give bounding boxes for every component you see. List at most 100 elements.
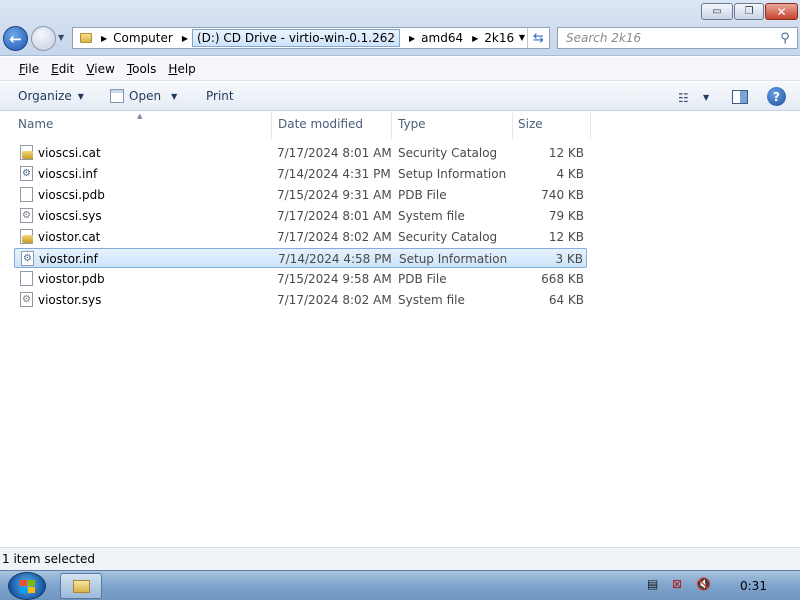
cat-file-icon bbox=[20, 145, 33, 160]
column-header-type[interactable]: Type bbox=[398, 117, 426, 131]
file-size: 79 KB bbox=[548, 209, 584, 223]
file-date: 7/14/2024 4:31 PM bbox=[277, 167, 391, 181]
open-label: Open bbox=[129, 89, 162, 103]
status-text: 1 item selected bbox=[2, 552, 96, 566]
minimize-icon: ▭ bbox=[712, 5, 722, 17]
file-date: 7/17/2024 8:01 AM bbox=[277, 146, 392, 160]
recent-pages-dropdown-icon[interactable]: ▼ bbox=[58, 33, 64, 42]
address-dropdown-icon[interactable]: ▼ bbox=[519, 33, 525, 42]
breadcrumb-cd-drive[interactable]: (D:) CD Drive - virtio-win-0.1.262 bbox=[191, 29, 401, 47]
clock[interactable]: 0:31 bbox=[740, 579, 767, 593]
column-divider[interactable] bbox=[271, 112, 272, 139]
breadcrumb-amd64[interactable]: amd64 bbox=[421, 31, 463, 45]
maximize-icon: ❐ bbox=[744, 5, 754, 17]
search-input[interactable]: Search 2k16 bbox=[566, 31, 777, 45]
file-name: viostor.pdb bbox=[38, 272, 105, 286]
file-type: PDB File bbox=[398, 272, 447, 286]
inf-file-icon bbox=[20, 166, 33, 181]
close-icon: ✕ bbox=[776, 4, 787, 19]
command-bar: Organize ▼ Open ▼ Print ☷ ▼ bbox=[0, 82, 800, 111]
arrow-left-icon: ← bbox=[9, 29, 22, 48]
file-list: ▲ Name Date modified Type Size vioscsi.c… bbox=[0, 112, 800, 547]
taskbar: ▤ ⊠ 🔇 0:31 bbox=[0, 570, 800, 600]
folder-icon bbox=[80, 33, 92, 43]
status-bar: 1 item selected bbox=[0, 547, 800, 570]
column-divider[interactable] bbox=[590, 112, 591, 139]
file-size: 4 KB bbox=[556, 167, 584, 181]
print-label: Print bbox=[206, 89, 234, 103]
file-date: 7/15/2024 9:31 AM bbox=[277, 188, 392, 202]
network-disconnected-icon[interactable]: ⊠ bbox=[672, 577, 682, 591]
file-type: System file bbox=[398, 293, 465, 307]
file-row[interactable]: viostor.inf 7/14/2024 4:58 PM Setup Info… bbox=[14, 248, 587, 268]
folder-icon bbox=[72, 579, 90, 593]
file-row[interactable]: viostor.cat 7/17/2024 8:02 AM Security C… bbox=[14, 227, 587, 247]
breadcrumb-computer[interactable]: Computer bbox=[113, 31, 173, 45]
close-button[interactable]: ✕ bbox=[765, 3, 798, 20]
column-header-name[interactable]: Name bbox=[18, 117, 53, 131]
minimize-button[interactable]: ▭ bbox=[701, 3, 733, 20]
file-date: 7/17/2024 8:02 AM bbox=[277, 230, 392, 244]
pdb-file-icon bbox=[20, 271, 33, 286]
refresh-icon[interactable]: ⇆ bbox=[527, 28, 549, 48]
column-header-size[interactable]: Size bbox=[518, 117, 543, 131]
file-size: 12 KB bbox=[548, 230, 584, 244]
sys-file-icon bbox=[20, 292, 33, 307]
file-row[interactable]: vioscsi.sys 7/17/2024 8:01 AM System fil… bbox=[14, 206, 587, 226]
taskbar-explorer-button[interactable] bbox=[60, 573, 102, 599]
breadcrumb-arrow-icon[interactable]: ▶ bbox=[101, 34, 107, 43]
search-box[interactable]: Search 2k16 ⚲ bbox=[557, 27, 798, 49]
file-type: Security Catalog bbox=[398, 146, 498, 160]
file-row[interactable]: viostor.sys 7/17/2024 8:02 AM System fil… bbox=[14, 290, 587, 310]
windows-logo-icon bbox=[19, 579, 35, 593]
menu-help[interactable]: Help bbox=[168, 62, 195, 76]
chevron-down-icon: ▼ bbox=[171, 91, 178, 101]
start-button[interactable] bbox=[8, 572, 46, 600]
volume-muted-icon[interactable]: 🔇 bbox=[696, 577, 711, 591]
column-header-date[interactable]: Date modified bbox=[278, 117, 363, 131]
column-divider[interactable] bbox=[391, 112, 392, 139]
breadcrumb-arrow-icon[interactable]: ▶ bbox=[409, 34, 415, 43]
menu-bar: File Edit View Tools Help bbox=[0, 57, 800, 81]
file-row[interactable]: vioscsi.cat 7/17/2024 8:01 AM Security C… bbox=[14, 143, 587, 163]
file-name: vioscsi.pdb bbox=[38, 188, 105, 202]
file-type: System file bbox=[398, 209, 465, 223]
breadcrumb-arrow-icon[interactable]: ▶ bbox=[182, 34, 188, 43]
file-name: vioscsi.inf bbox=[38, 167, 98, 181]
address-bar[interactable]: ▶ Computer ▶ (D:) CD Drive - virtio-win-… bbox=[72, 27, 550, 49]
menu-view[interactable]: View bbox=[86, 62, 114, 76]
chevron-down-icon: ▼ bbox=[77, 91, 84, 101]
file-type: Setup Information bbox=[398, 167, 507, 181]
help-icon[interactable]: ? bbox=[767, 87, 786, 106]
forward-button[interactable] bbox=[31, 26, 56, 51]
preview-pane-icon[interactable] bbox=[732, 90, 748, 104]
maximize-button[interactable]: ❐ bbox=[734, 3, 764, 20]
organize-button[interactable]: Organize ▼ bbox=[18, 89, 84, 103]
file-size: 740 KB bbox=[541, 188, 584, 202]
column-divider[interactable] bbox=[512, 112, 513, 139]
print-button[interactable]: Print bbox=[206, 89, 234, 103]
search-icon[interactable]: ⚲ bbox=[777, 30, 793, 46]
open-button[interactable]: Open ▼ bbox=[110, 89, 177, 103]
menu-edit[interactable]: Edit bbox=[51, 62, 74, 76]
breadcrumb-2k16[interactable]: 2k16 bbox=[484, 31, 514, 45]
file-type: Setup Information bbox=[399, 252, 508, 266]
back-button[interactable]: ← bbox=[3, 26, 28, 51]
views-icon[interactable]: ☷ bbox=[678, 91, 689, 105]
file-date: 7/14/2024 4:58 PM bbox=[278, 252, 392, 266]
cat-file-icon bbox=[20, 229, 33, 244]
file-size: 64 KB bbox=[548, 293, 584, 307]
menu-file[interactable]: File bbox=[19, 62, 39, 76]
menu-tools[interactable]: Tools bbox=[127, 62, 157, 76]
file-size: 668 KB bbox=[541, 272, 584, 286]
action-center-icon[interactable]: ▤ bbox=[647, 577, 658, 591]
inf-file-icon bbox=[21, 251, 34, 266]
file-row[interactable]: viostor.pdb 7/15/2024 9:58 AM PDB File 6… bbox=[14, 269, 587, 289]
breadcrumb-arrow-icon[interactable]: ▶ bbox=[472, 34, 478, 43]
file-type: Security Catalog bbox=[398, 230, 498, 244]
file-row[interactable]: vioscsi.pdb 7/15/2024 9:31 AM PDB File 7… bbox=[14, 185, 587, 205]
file-name: viostor.sys bbox=[38, 293, 102, 307]
file-row[interactable]: vioscsi.inf 7/14/2024 4:31 PM Setup Info… bbox=[14, 164, 587, 184]
views-dropdown-icon[interactable]: ▼ bbox=[703, 93, 709, 102]
title-bar: ▭ ❐ ✕ ← ▼ ▶ Computer ▶ (D:) CD Drive - v… bbox=[0, 0, 800, 56]
